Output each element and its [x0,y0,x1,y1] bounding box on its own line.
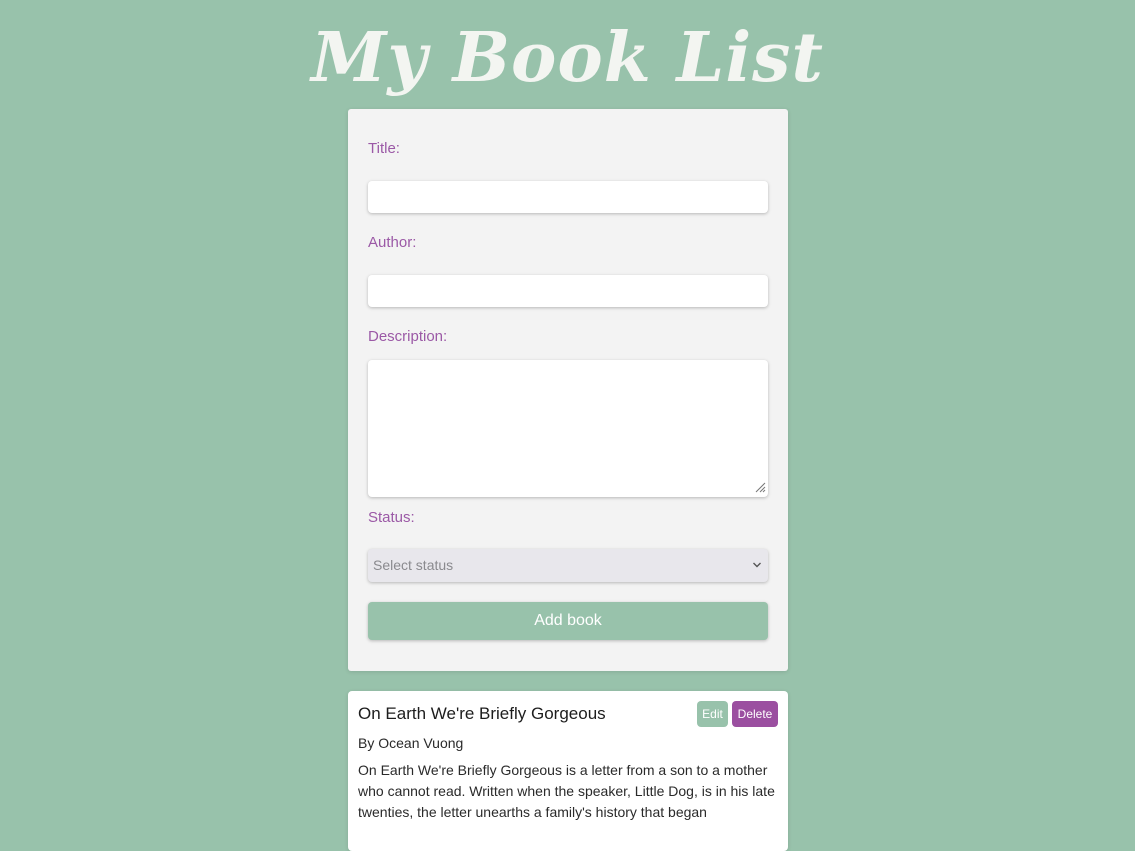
title-label: Title: [368,140,400,157]
book-title: On Earth We're Briefly Gorgeous [358,704,606,723]
chevron-down-icon [753,562,761,568]
add-book-button[interactable]: Add book [368,602,768,640]
status-select[interactable]: Select status [368,549,768,582]
book-card: On Earth We're Briefly Gorgeous Edit Del… [348,691,788,851]
edit-button[interactable]: Edit [697,701,728,727]
book-description: On Earth We're Briefly Gorgeous is a let… [358,762,775,820]
status-label: Status: [368,509,415,526]
author-label: Author: [368,234,417,251]
page-title: My Book List [311,18,824,98]
description-label: Description: [368,328,448,345]
title-input[interactable] [368,181,768,213]
status-select-value: Select status [373,557,454,573]
resize-grip-icon[interactable] [754,481,766,493]
book-author: By Ocean Vuong [358,735,464,751]
delete-button[interactable]: Delete [732,701,778,727]
description-textarea[interactable] [368,360,768,497]
add-book-form: Title: Author: Description: Status: Sele… [348,109,788,671]
author-input[interactable] [368,275,768,307]
